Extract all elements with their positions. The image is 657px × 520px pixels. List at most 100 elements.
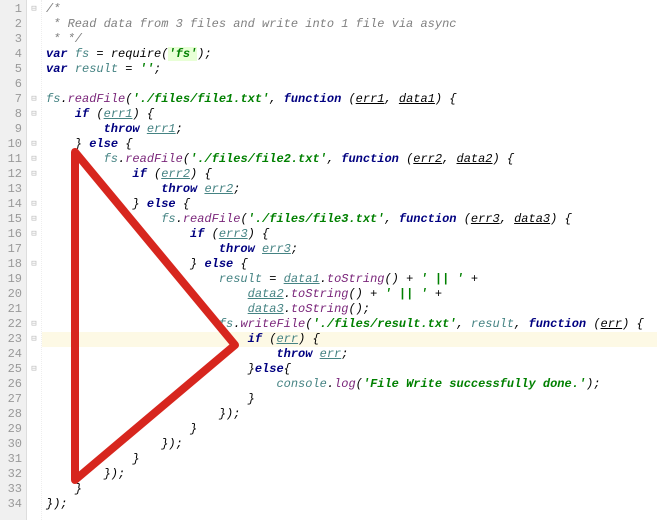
token: , bbox=[269, 92, 283, 106]
fold-marker[interactable]: ⊟ bbox=[27, 92, 41, 107]
token: } bbox=[46, 482, 82, 496]
token: data3 bbox=[514, 212, 550, 226]
code-line[interactable]: }); bbox=[46, 437, 657, 452]
fold-marker[interactable]: ⊟ bbox=[27, 107, 41, 122]
code-line[interactable]: throw err1; bbox=[46, 122, 657, 137]
code-line[interactable]: data3.toString(); bbox=[46, 302, 657, 317]
token: } bbox=[46, 197, 147, 211]
token bbox=[46, 377, 276, 391]
token: () + bbox=[348, 287, 384, 301]
token bbox=[46, 302, 248, 316]
code-line[interactable]: } bbox=[46, 392, 657, 407]
code-line[interactable]: if (err3) { bbox=[46, 227, 657, 242]
code-line[interactable]: if (err2) { bbox=[46, 167, 657, 182]
code-line[interactable]: } bbox=[46, 422, 657, 437]
fold-marker[interactable]: ⊟ bbox=[27, 2, 41, 17]
code-line[interactable]: fs.writeFile('./files/result.txt', resul… bbox=[46, 317, 657, 332]
code-area[interactable]: /* * Read data from 3 files and write in… bbox=[42, 0, 657, 520]
fold-marker[interactable]: ⊟ bbox=[27, 257, 41, 272]
token: err1 bbox=[356, 92, 385, 106]
code-line[interactable]: fs.readFile('./files/file2.txt', functio… bbox=[46, 152, 657, 167]
token bbox=[46, 212, 161, 226]
fold-marker[interactable]: ⊟ bbox=[27, 362, 41, 377]
line-number: 11 bbox=[0, 152, 22, 167]
code-line[interactable]: * Read data from 3 files and write into … bbox=[46, 17, 657, 32]
code-line[interactable]: }); bbox=[46, 497, 657, 512]
token: = bbox=[118, 62, 140, 76]
fold-column[interactable]: ⊟⊟⊟⊟⊟⊟⊟⊟⊟⊟⊟⊟⊟ bbox=[27, 0, 42, 520]
code-line[interactable]: result = data1.toString() + ' || ' + bbox=[46, 272, 657, 287]
line-number: 30 bbox=[0, 437, 22, 452]
line-number: 13 bbox=[0, 182, 22, 197]
token: './files/file1.txt' bbox=[132, 92, 269, 106]
token bbox=[46, 347, 276, 361]
fold-marker[interactable]: ⊟ bbox=[27, 317, 41, 332]
token: } bbox=[46, 137, 89, 151]
token: err3 bbox=[219, 227, 248, 241]
token: './files/file3.txt' bbox=[248, 212, 385, 226]
fold-marker[interactable]: ⊟ bbox=[27, 332, 41, 347]
code-line[interactable]: if (err) { bbox=[42, 332, 657, 347]
token bbox=[46, 227, 190, 241]
code-line[interactable]: } bbox=[46, 482, 657, 497]
token bbox=[46, 182, 161, 196]
line-number: 16 bbox=[0, 227, 22, 242]
fold-marker bbox=[27, 287, 41, 302]
token: ; bbox=[154, 62, 161, 76]
code-line[interactable]: throw err; bbox=[46, 347, 657, 362]
code-editor[interactable]: 1234567891011121314151617181920212223242… bbox=[0, 0, 657, 520]
fold-marker bbox=[27, 77, 41, 92]
fold-marker[interactable]: ⊟ bbox=[27, 137, 41, 152]
code-line[interactable]: fs.readFile('./files/file3.txt', functio… bbox=[46, 212, 657, 227]
code-line[interactable]: * */ bbox=[46, 32, 657, 47]
token: './files/file2.txt' bbox=[190, 152, 327, 166]
token: toString bbox=[327, 272, 385, 286]
code-line[interactable]: fs.readFile('./files/file1.txt', functio… bbox=[46, 92, 657, 107]
token bbox=[46, 152, 104, 166]
token: function bbox=[399, 212, 464, 226]
token: . bbox=[284, 302, 291, 316]
code-line[interactable]: } else { bbox=[46, 197, 657, 212]
line-number: 33 bbox=[0, 482, 22, 497]
line-number: 18 bbox=[0, 257, 22, 272]
fold-marker[interactable]: ⊟ bbox=[27, 167, 41, 182]
token: { bbox=[240, 257, 247, 271]
code-line[interactable]: var result = ''; bbox=[46, 62, 657, 77]
fold-marker bbox=[27, 122, 41, 137]
line-number: 8 bbox=[0, 107, 22, 122]
fold-marker[interactable]: ⊟ bbox=[27, 212, 41, 227]
fold-marker[interactable]: ⊟ bbox=[27, 197, 41, 212]
code-line[interactable]: /* bbox=[46, 2, 657, 17]
code-line[interactable] bbox=[46, 77, 657, 92]
line-number: 26 bbox=[0, 377, 22, 392]
code-line[interactable]: data2.toString() + ' || ' + bbox=[46, 287, 657, 302]
token: 'File Write successfully done.' bbox=[363, 377, 586, 391]
token: function bbox=[341, 152, 406, 166]
token: ); bbox=[586, 377, 600, 391]
code-line[interactable]: } bbox=[46, 452, 657, 467]
fold-marker[interactable]: ⊟ bbox=[27, 152, 41, 167]
token: 'fs' bbox=[168, 47, 197, 61]
code-line[interactable]: throw err3; bbox=[46, 242, 657, 257]
code-line[interactable]: }); bbox=[46, 467, 657, 482]
code-line[interactable]: console.log('File Write successfully don… bbox=[46, 377, 657, 392]
line-number: 25 bbox=[0, 362, 22, 377]
code-line[interactable]: } else { bbox=[46, 137, 657, 152]
code-line[interactable]: if (err1) { bbox=[46, 107, 657, 122]
token: . bbox=[176, 212, 183, 226]
code-line[interactable]: throw err2; bbox=[46, 182, 657, 197]
token: './files/result.txt' bbox=[312, 317, 456, 331]
code-line[interactable]: }); bbox=[46, 407, 657, 422]
token: () + bbox=[384, 272, 420, 286]
fold-marker bbox=[27, 437, 41, 452]
line-number: 9 bbox=[0, 122, 22, 137]
token: fs bbox=[219, 317, 233, 331]
token: if bbox=[248, 332, 270, 346]
code-line[interactable]: } else { bbox=[46, 257, 657, 272]
token: var bbox=[46, 62, 75, 76]
code-line[interactable]: }else{ bbox=[46, 362, 657, 377]
line-number: 34 bbox=[0, 497, 22, 512]
fold-marker[interactable]: ⊟ bbox=[27, 227, 41, 242]
code-line[interactable]: var fs = require('fs'); bbox=[46, 47, 657, 62]
token: readFile bbox=[68, 92, 126, 106]
